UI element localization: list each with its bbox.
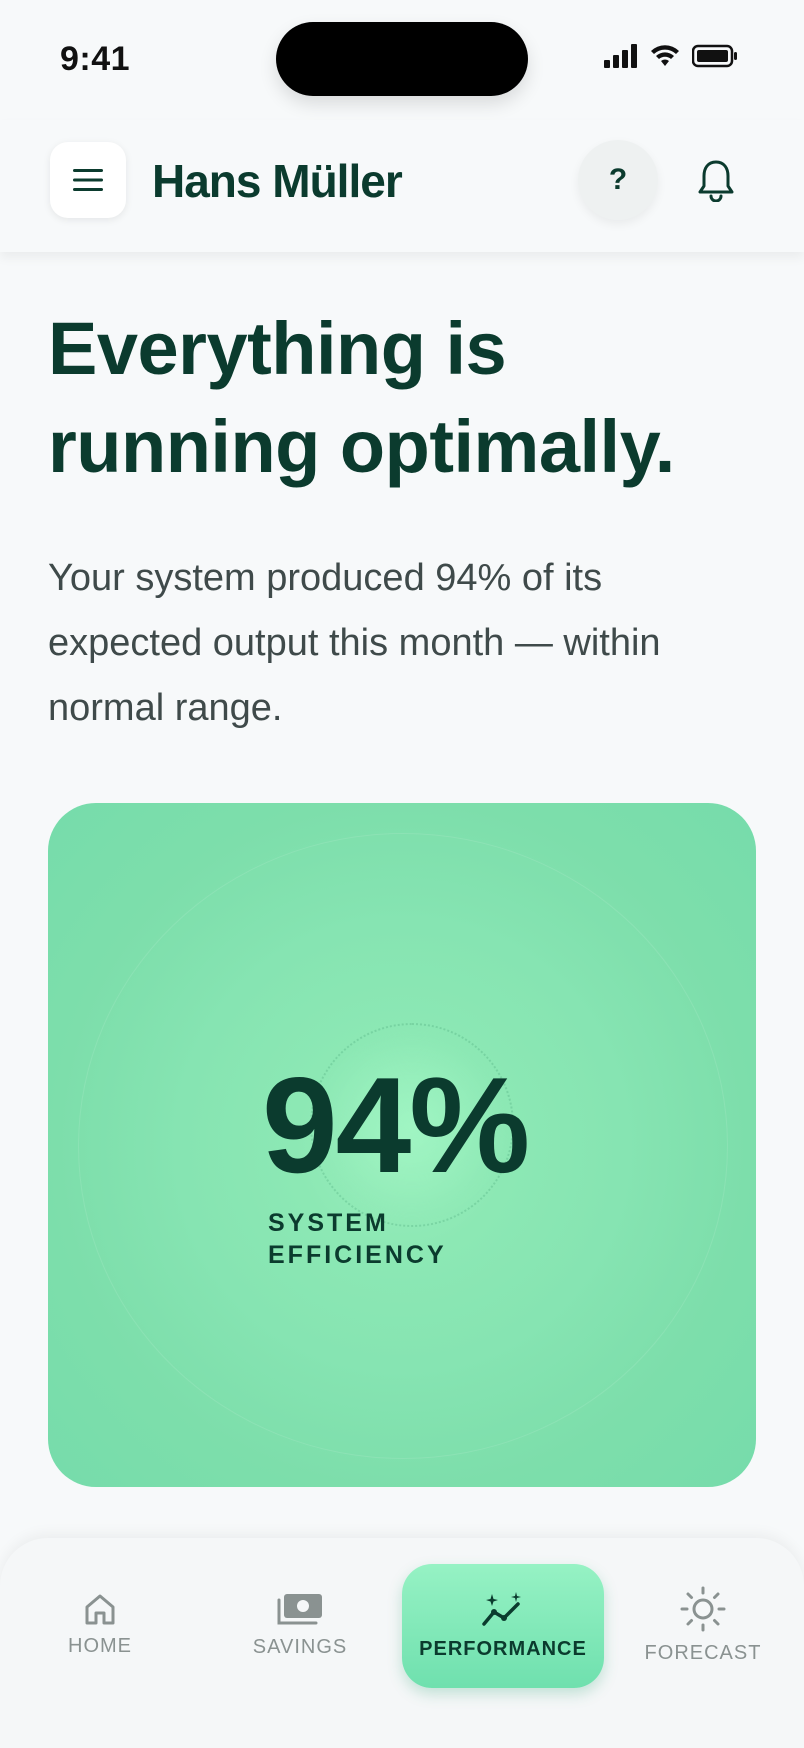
- bell-icon: [698, 160, 734, 202]
- nav-label-forecast: FORECAST: [644, 1641, 762, 1664]
- app-header: Hans Müller ?: [0, 120, 804, 252]
- nav-item-performance[interactable]: PERFORMANCE: [402, 1564, 604, 1688]
- status-headline: Everything is running optimally.: [48, 307, 675, 488]
- nav-item-home[interactable]: HOME: [0, 1564, 200, 1686]
- nav-item-forecast[interactable]: FORECAST: [603, 1564, 803, 1686]
- nav-item-savings[interactable]: SAVINGS: [200, 1564, 400, 1686]
- bottom-navigation: HOME SAVINGS PERFORMANCE FORECAST: [0, 1538, 804, 1748]
- wifi-icon: [651, 45, 679, 66]
- efficiency-value: 94%: [262, 1049, 530, 1201]
- status-bar: 9:41: [0, 0, 804, 120]
- sparkle-chart-icon: [482, 1591, 521, 1626]
- efficiency-label: SYSTEM EFFICIENCY: [268, 1209, 447, 1269]
- nav-label-savings: SAVINGS: [252, 1635, 348, 1658]
- status-time: 9:41: [60, 40, 131, 78]
- cellular-signal-icon: [604, 44, 637, 68]
- help-button[interactable]: ?: [578, 140, 658, 220]
- efficiency-card: 94% SYSTEM EFFICIENCY: [48, 803, 756, 1487]
- question-mark-icon: ?: [608, 163, 628, 196]
- notifications-button[interactable]: [680, 140, 752, 220]
- status-description: Your system produced 94% of its expected…: [48, 557, 661, 729]
- dynamic-island: [276, 22, 528, 96]
- battery-icon: [692, 44, 737, 68]
- hamburger-menu-icon: [73, 169, 103, 191]
- user-name-title: Hans Müller: [152, 155, 403, 207]
- sun-icon: [680, 1586, 726, 1631]
- status-icons: [604, 44, 738, 68]
- menu-button[interactable]: [50, 142, 126, 218]
- nav-label-home: HOME: [68, 1634, 132, 1657]
- nav-label-performance: PERFORMANCE: [419, 1637, 587, 1660]
- home-icon: [85, 1594, 115, 1624]
- banknote-icon: [277, 1593, 322, 1624]
